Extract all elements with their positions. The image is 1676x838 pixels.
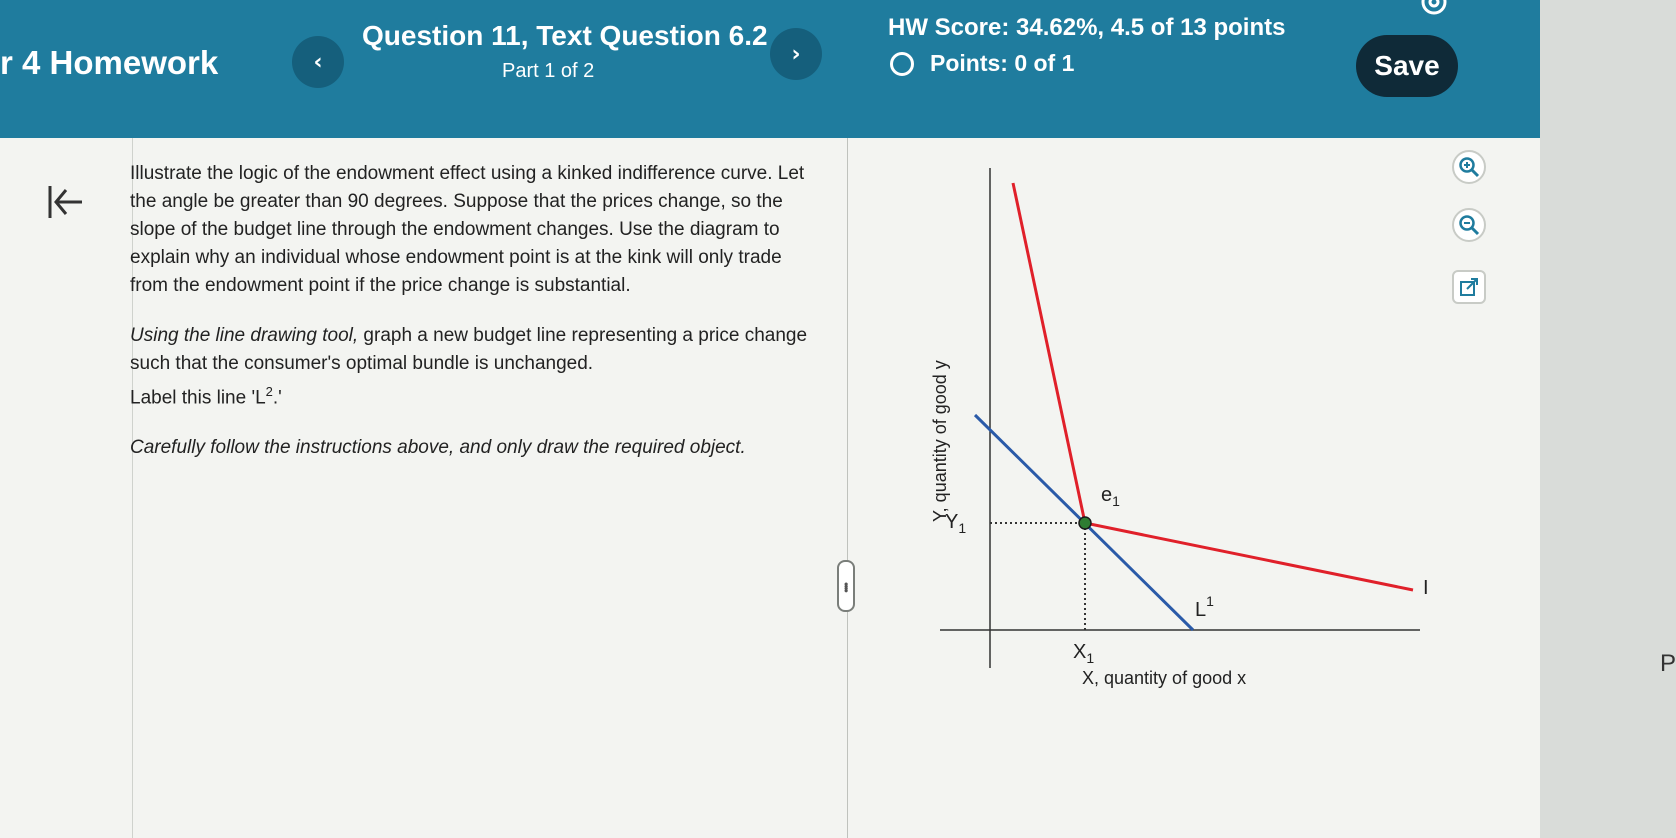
endowment-point-e1 [1078,516,1092,530]
points-status: Points: 0 of 1 [890,50,1074,77]
collapse-panel-icon[interactable] [46,182,86,222]
zoom-out-icon [1459,215,1480,236]
x1-label: X1 [1073,641,1094,666]
instruction-paragraph-1: Illustrate the logic of the endowment ef… [130,163,805,296]
indifference-curve [1011,182,1414,592]
next-question-button[interactable]: › [770,28,822,80]
graph-canvas[interactable]: Y1 X1 e1 L1 I [905,168,1445,698]
points-text: Points: 0 of 1 [930,50,1075,76]
question-instructions: Illustrate the logic of the endowment ef… [130,160,810,484]
l1-label: L1 [1195,593,1214,621]
question-part: Part 1 of 2 [502,60,595,82]
background-window-text: P [1660,650,1676,677]
label-instruction-suffix: .' [272,387,282,409]
popout-button[interactable] [1452,270,1486,304]
circle-status-icon [890,51,914,76]
e1-label: e1 [1101,484,1120,509]
background-window [1540,0,1676,838]
previous-question-button[interactable]: ‹ [292,36,344,88]
indifference-curve-label: I [1423,577,1429,599]
save-button[interactable]: Save [1356,35,1458,97]
x-axis-label: X, quantity of good x [1082,668,1247,688]
homework-title[interactable]: r 4 Homework [0,44,218,82]
label-instruction-sup: 2 [265,384,273,399]
y1-label: Y1 [945,511,966,536]
handle-grip-icon: •••• [839,581,853,591]
instruction-paragraph-2: Using the line drawing tool, graph a new… [130,322,810,412]
zoom-in-button[interactable] [1452,150,1486,184]
gear-icon[interactable] [1418,0,1450,18]
label-instruction-prefix: Label this line 'L [130,387,266,409]
panel-resize-handle[interactable]: •••• [837,560,855,612]
question-title: Question 11, Text Question 6.2 [362,20,768,51]
zoom-out-button[interactable] [1452,208,1486,242]
top-header: r 4 Homework ‹ Question 11, Text Questio… [0,0,1540,138]
zoom-in-icon [1459,157,1480,178]
panel-divider [847,138,848,838]
popout-icon [1460,278,1478,296]
hw-score: HW Score: 34.62%, 4.5 of 13 points [888,14,1286,41]
instruction-emphasis: Using the line drawing tool, [130,325,359,346]
instruction-paragraph-3: Carefully follow the instructions above,… [130,437,746,459]
